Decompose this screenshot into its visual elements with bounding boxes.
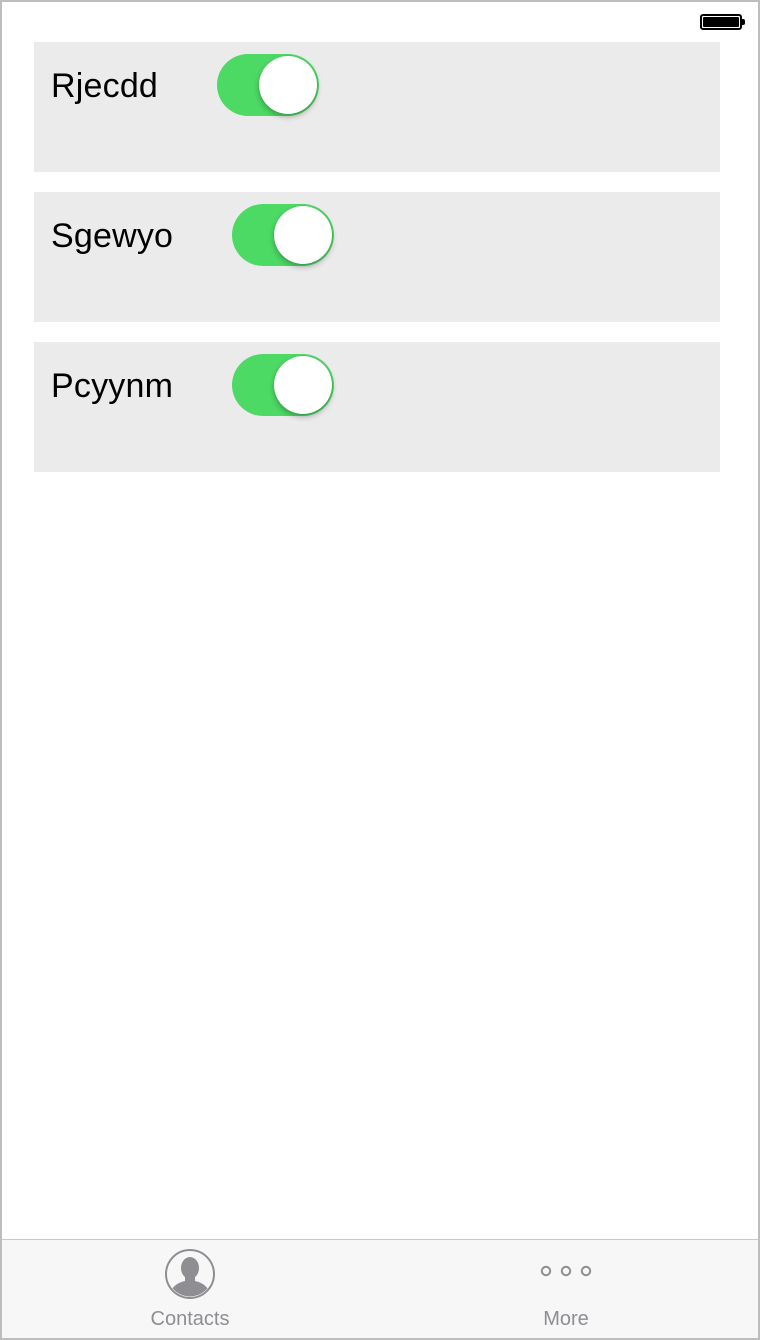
list-item-label: Rjecdd <box>51 67 159 105</box>
status-bar <box>2 2 758 42</box>
list-item-pcyynm: Pcyynm <box>34 342 720 472</box>
tab-more[interactable]: More <box>466 1240 666 1338</box>
battery-tip <box>742 19 745 25</box>
list-item-sgewyo: Sgewyo <box>34 192 720 322</box>
sgewyo-toggle-switch[interactable] <box>232 204 334 266</box>
toggle-knob <box>259 56 317 114</box>
tab-bar: Contacts More <box>2 1239 758 1338</box>
list-item-label: Pcyynm <box>51 367 174 405</box>
contact-person-icon <box>164 1248 216 1305</box>
battery-full-icon <box>700 14 745 30</box>
toggle-knob <box>274 206 332 264</box>
tab-more-label: More <box>543 1308 589 1330</box>
tab-contacts-label: Contacts <box>150 1308 230 1330</box>
list-item-label: Sgewyo <box>51 217 174 255</box>
list-item-rjecdd: Rjecdd <box>34 42 720 172</box>
more-dots-icon <box>540 1264 592 1283</box>
pcyynm-toggle-switch[interactable] <box>232 354 334 416</box>
rjecdd-toggle-switch[interactable] <box>217 54 319 116</box>
settings-list: Rjecdd Sgewyo Pcyynm <box>34 42 720 492</box>
toggle-knob <box>274 356 332 414</box>
tab-contacts[interactable]: Contacts <box>90 1240 290 1338</box>
app-screen: Rjecdd Sgewyo Pcyynm Contacts More <box>0 0 760 1340</box>
battery-level-fill <box>703 17 739 27</box>
